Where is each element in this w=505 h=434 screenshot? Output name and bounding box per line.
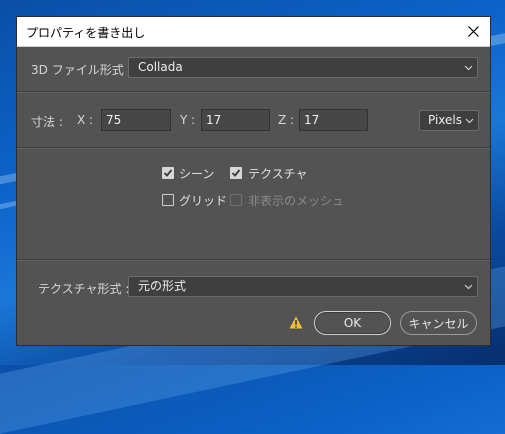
close-button[interactable] [456,17,490,46]
export-properties-dialog: プロパティを書き出し 3D ファイル形式 : Collada 寸法 : X : … [16,16,491,346]
scene-checkbox[interactable] [162,167,174,179]
file-format-select[interactable]: Collada [128,57,478,78]
file-format-label: 3D ファイル形式 : [31,63,132,77]
divider [17,91,490,93]
unit-value: Pixels [428,113,463,127]
texture-checkbox[interactable] [230,167,242,179]
checkmark-icon [231,169,241,177]
x-input[interactable]: 75 [101,109,171,131]
unit-select[interactable]: Pixels [419,110,479,131]
dialog-title: プロパティを書き出し [26,26,146,40]
cancel-button[interactable]: キャンセル [400,311,477,335]
title-bar: プロパティを書き出し [17,17,490,47]
dimensions-label: 寸法 : [31,115,63,129]
close-icon [467,26,479,37]
checkmark-icon [163,169,173,177]
chevron-down-icon [464,284,473,290]
y-label: Y : [180,113,196,127]
divider [17,259,490,261]
grid-checkbox[interactable] [162,194,174,206]
ok-button[interactable]: OK [314,311,391,335]
chevron-down-icon [464,65,473,71]
z-label: Z : [278,113,295,127]
chevron-down-icon [465,118,474,124]
hidden-mesh-checkbox [230,194,242,206]
scene-label: シーン [179,167,215,181]
texture-format-select[interactable]: 元の形式 [128,276,478,297]
warning-icon [289,316,303,329]
file-format-value: Collada [138,60,183,74]
grid-label: グリッド [179,194,228,208]
divider [17,147,490,149]
x-label: X : [77,113,94,127]
y-input[interactable]: 17 [201,109,270,131]
hidden-mesh-label: 非表示のメッシュ [248,194,345,208]
texture-format-label: テクスチャ形式 : [38,282,130,296]
texture-label: テクスチャ [248,167,308,181]
texture-format-value: 元の形式 [138,279,187,293]
z-input[interactable]: 17 [299,109,368,131]
